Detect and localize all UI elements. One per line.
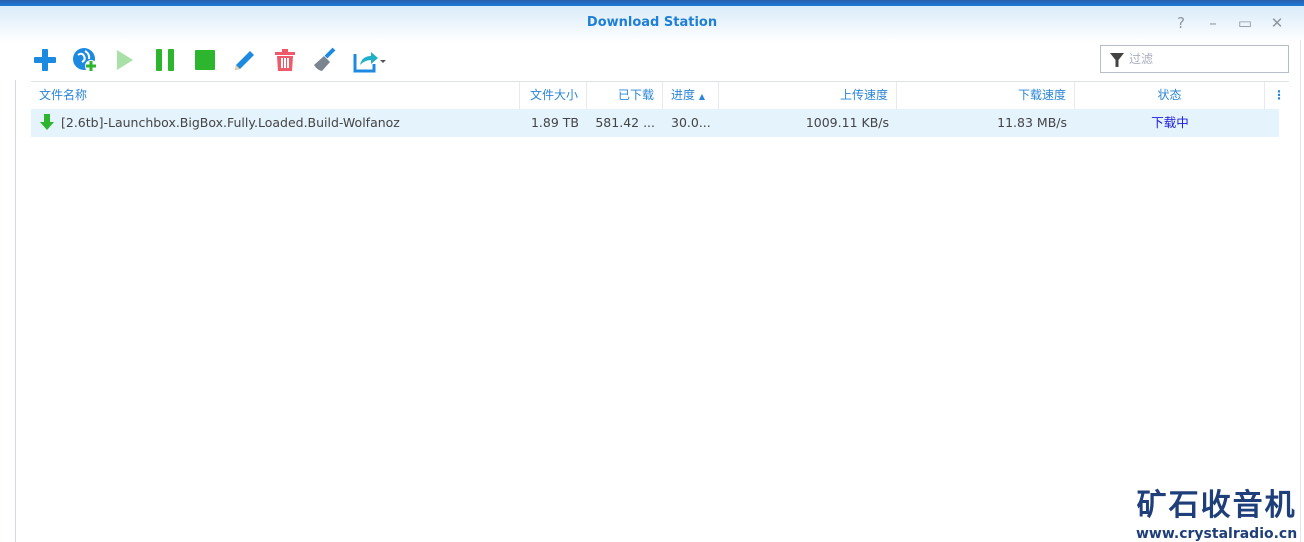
pause-icon [156, 49, 174, 71]
task-name-cell: [2.6tb]-Launchbox.BigBox.Fully.Loaded.Bu… [31, 109, 520, 137]
header-progress[interactable]: 进度 ▲ [663, 82, 719, 109]
table-row[interactable]: [2.6tb]-Launchbox.BigBox.Fully.Loaded.Bu… [31, 109, 1279, 137]
task-upload-speed: 1009.11 KB/s [805, 115, 889, 130]
add-icon [34, 49, 56, 71]
help-button[interactable]: ? [1172, 14, 1190, 32]
window-title: Download Station [586, 15, 718, 30]
resume-icon [117, 50, 133, 70]
filter-icon [1110, 53, 1124, 67]
task-size: 1.89 TB [530, 115, 579, 130]
add-button[interactable] [31, 46, 59, 74]
close-button[interactable]: ✕ [1268, 14, 1286, 32]
task-progress: 30.0... [671, 115, 711, 130]
sort-asc-icon: ▲ [698, 92, 705, 101]
header-status[interactable]: 状态 [1075, 82, 1265, 109]
filter-box[interactable] [1100, 45, 1289, 73]
filter-input[interactable] [1129, 49, 1279, 69]
task-downloaded: 581.42 ... [595, 115, 655, 130]
edit-button[interactable] [231, 46, 259, 74]
task-name: [2.6tb]-Launchbox.BigBox.Fully.Loaded.Bu… [61, 115, 400, 130]
add-url-button[interactable] [71, 46, 99, 74]
download-table: 文件名称 文件大小 已下载 进度 ▲ 上传速度 下载速度 状态 ⋮ [2.6tb… [31, 81, 1289, 137]
add-url-icon [73, 48, 97, 72]
resume-button[interactable] [110, 46, 138, 74]
title-bar: Download Station ? – ▭ ✕ [0, 6, 1304, 42]
header-progress-label: 进度 [671, 88, 696, 102]
delete-button[interactable] [271, 46, 299, 74]
watermark-name: 矿石收音机 [1136, 488, 1297, 523]
divider [15, 80, 16, 542]
column-menu-button[interactable]: ⋮ [1265, 82, 1289, 109]
header-downloaded[interactable]: 已下载 [587, 82, 663, 109]
pause-button[interactable] [151, 46, 179, 74]
stop-icon [195, 50, 215, 70]
share-icon [353, 52, 386, 73]
table-header: 文件名称 文件大小 已下载 进度 ▲ 上传速度 下载速度 状态 ⋮ [31, 81, 1289, 109]
share-button[interactable] [352, 46, 388, 74]
watermark-url: www.crystalradio.cn [1136, 526, 1298, 542]
maximize-button[interactable]: ▭ [1236, 14, 1254, 32]
header-size[interactable]: 文件大小 [520, 82, 587, 109]
clear-icon [314, 47, 336, 71]
task-download-speed: 11.83 MB/s [997, 115, 1067, 130]
watermark: 矿石收音机 www.crystalradio.cn [1136, 480, 1297, 542]
edit-icon [235, 51, 254, 70]
divider [1300, 40, 1301, 542]
header-name[interactable]: 文件名称 [31, 82, 520, 109]
header-upload-speed[interactable]: 上传速度 [719, 82, 897, 109]
minimize-button[interactable]: – [1204, 14, 1222, 32]
header-download-speed[interactable]: 下载速度 [897, 82, 1075, 109]
download-arrow-icon [40, 114, 54, 130]
delete-icon [275, 49, 295, 71]
clear-button[interactable] [311, 46, 339, 74]
task-status: 下载中 [1151, 115, 1189, 130]
stop-button[interactable] [191, 46, 219, 74]
